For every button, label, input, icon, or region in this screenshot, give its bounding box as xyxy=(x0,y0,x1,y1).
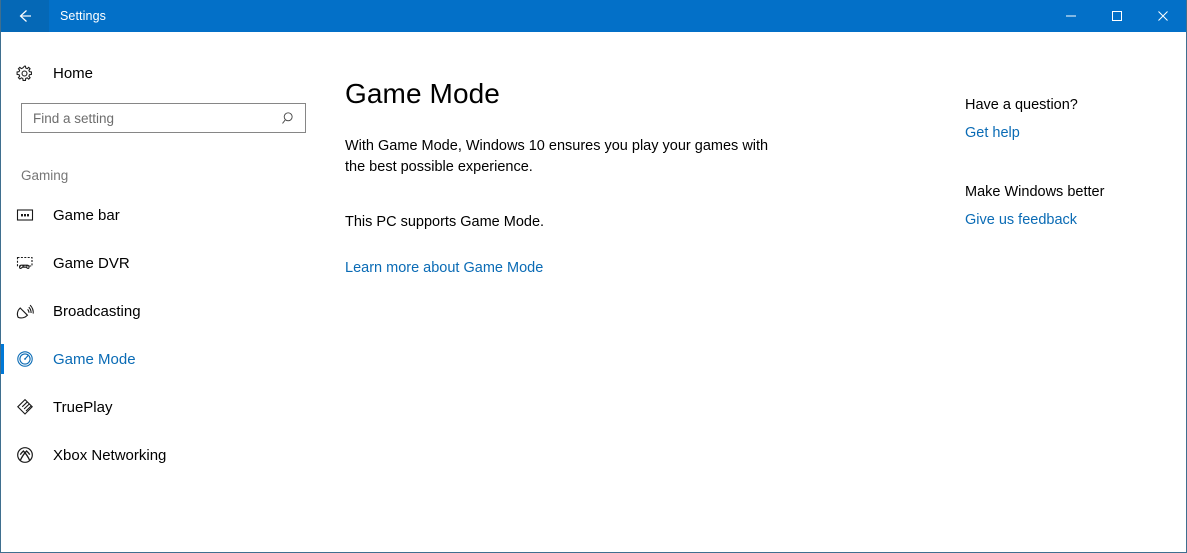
sidebar-item-label: Game bar xyxy=(53,206,120,224)
right-rail: Have a question? Get help Make Windows b… xyxy=(965,78,1187,552)
give-feedback-link[interactable]: Give us feedback xyxy=(965,212,1077,228)
feedback-block: Make Windows better Give us feedback xyxy=(965,184,1187,229)
main-content: Game Mode With Game Mode, Windows 10 ens… xyxy=(327,32,1186,552)
get-help-link[interactable]: Get help xyxy=(965,125,1020,141)
minimize-icon xyxy=(1065,10,1077,22)
broadcast-dish-icon xyxy=(15,301,45,321)
main-column: Game Mode With Game Mode, Windows 10 ens… xyxy=(345,78,945,552)
page-title: Game Mode xyxy=(345,78,500,109)
sidebar-item-xbox-networking[interactable]: Xbox Networking xyxy=(1,431,327,479)
description-text: With Game Mode, Windows 10 ensures you p… xyxy=(345,138,769,176)
sidebar-item-label: Game Mode xyxy=(53,350,136,368)
title-bar: Settings xyxy=(1,0,1186,32)
sidebar-item-trueplay[interactable]: TruePlay xyxy=(1,383,327,431)
settings-window: Settings Home Find a setting Gaming Game… xyxy=(0,0,1187,553)
search-input[interactable] xyxy=(22,104,273,132)
back-button[interactable] xyxy=(1,0,49,32)
sidebar-home-label: Home xyxy=(53,64,94,82)
sidebar-item-game-mode[interactable]: Game Mode xyxy=(1,335,327,383)
search-box[interactable] xyxy=(21,103,306,133)
maximize-icon xyxy=(1111,10,1123,22)
help-block: Have a question? Get help xyxy=(965,97,1187,142)
sidebar-item-broadcasting[interactable]: Broadcasting xyxy=(1,287,327,335)
support-status-text: This PC supports Game Mode. xyxy=(345,214,545,231)
sidebar-item-home[interactable]: Home xyxy=(1,55,327,91)
sidebar: Home Gaming xyxy=(1,32,327,552)
window-controls xyxy=(1048,0,1186,32)
game-dvr-icon xyxy=(15,253,45,273)
selection-accent xyxy=(1,392,4,422)
sidebar-group-header: Gaming xyxy=(21,168,69,183)
selection-accent xyxy=(1,344,4,374)
gear-icon xyxy=(15,64,45,83)
maximize-button[interactable] xyxy=(1094,0,1140,32)
search-icon[interactable] xyxy=(273,110,305,127)
sidebar-item-label: TruePlay xyxy=(53,398,113,416)
sidebar-item-game-dvr[interactable]: Game DVR xyxy=(1,239,327,287)
window-title: Settings xyxy=(60,9,106,23)
selection-accent xyxy=(1,440,4,470)
sidebar-item-label: Xbox Networking xyxy=(53,446,167,464)
selection-accent xyxy=(1,296,4,326)
game-bar-icon xyxy=(15,205,45,225)
selection-accent xyxy=(1,248,4,278)
sidebar-item-game-bar[interactable]: Game bar xyxy=(1,191,327,239)
feedback-heading: Make Windows better xyxy=(965,184,1105,200)
learn-more-link[interactable]: Learn more about Game Mode xyxy=(345,260,543,276)
sidebar-item-label: Game DVR xyxy=(53,254,130,272)
gauge-icon xyxy=(15,349,45,369)
xbox-icon xyxy=(15,445,45,465)
close-icon xyxy=(1157,10,1169,22)
help-heading: Have a question? xyxy=(965,97,1078,113)
shield-icon xyxy=(15,397,45,417)
window-body: Home Gaming xyxy=(1,32,1186,552)
back-arrow-icon xyxy=(15,6,35,26)
minimize-button[interactable] xyxy=(1048,0,1094,32)
close-button[interactable] xyxy=(1140,0,1186,32)
sidebar-item-label: Broadcasting xyxy=(53,302,141,320)
selection-accent xyxy=(1,200,4,230)
